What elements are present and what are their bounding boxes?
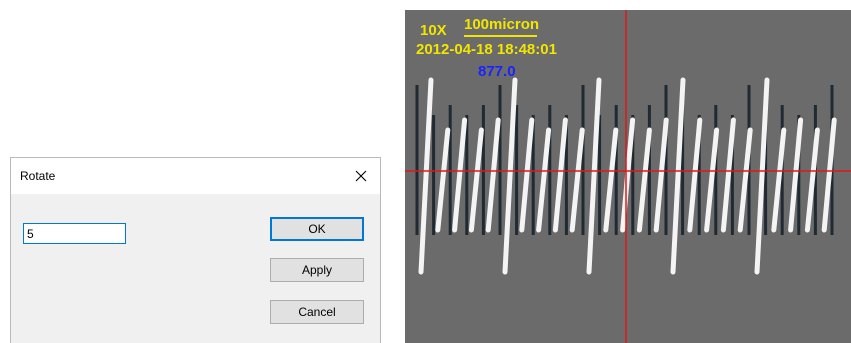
dialog-titlebar: Rotate bbox=[11, 158, 380, 194]
white-scale-tick bbox=[468, 127, 484, 233]
magnification-label: 10X bbox=[420, 22, 447, 39]
white-scale-tick bbox=[603, 127, 619, 233]
white-scale-tick bbox=[485, 117, 501, 233]
white-scale-tick bbox=[502, 77, 518, 275]
scale-bar-label: 100micron bbox=[464, 16, 540, 33]
close-button[interactable] bbox=[344, 160, 378, 192]
white-scale-tick bbox=[586, 77, 602, 275]
ok-button[interactable]: OK bbox=[270, 217, 364, 241]
measurement-value: 877.0 bbox=[478, 63, 516, 80]
micrometer-scale-image bbox=[405, 10, 851, 343]
white-scale-tick bbox=[452, 117, 468, 233]
white-scale-tick bbox=[569, 127, 585, 233]
close-icon bbox=[355, 170, 367, 182]
dialog-title: Rotate bbox=[20, 169, 56, 183]
cancel-button[interactable]: Cancel bbox=[270, 300, 364, 324]
white-scale-tick bbox=[418, 77, 434, 275]
apply-button[interactable]: Apply bbox=[270, 258, 364, 282]
rotation-angle-input[interactable] bbox=[23, 223, 126, 244]
white-scale-tick bbox=[435, 127, 451, 233]
scale-bar bbox=[464, 35, 537, 37]
microscope-image: 10X 100micron 2012-04-18 18:48:01 877.0 bbox=[405, 10, 851, 343]
white-scale-tick bbox=[620, 117, 636, 233]
white-scale-tick bbox=[519, 117, 535, 233]
capture-datetime: 2012-04-18 18:48:01 bbox=[416, 41, 557, 58]
white-scale-tick bbox=[536, 127, 552, 233]
white-scale-tick bbox=[552, 117, 568, 233]
rotate-dialog: Rotate OK Apply Cancel bbox=[10, 157, 381, 343]
